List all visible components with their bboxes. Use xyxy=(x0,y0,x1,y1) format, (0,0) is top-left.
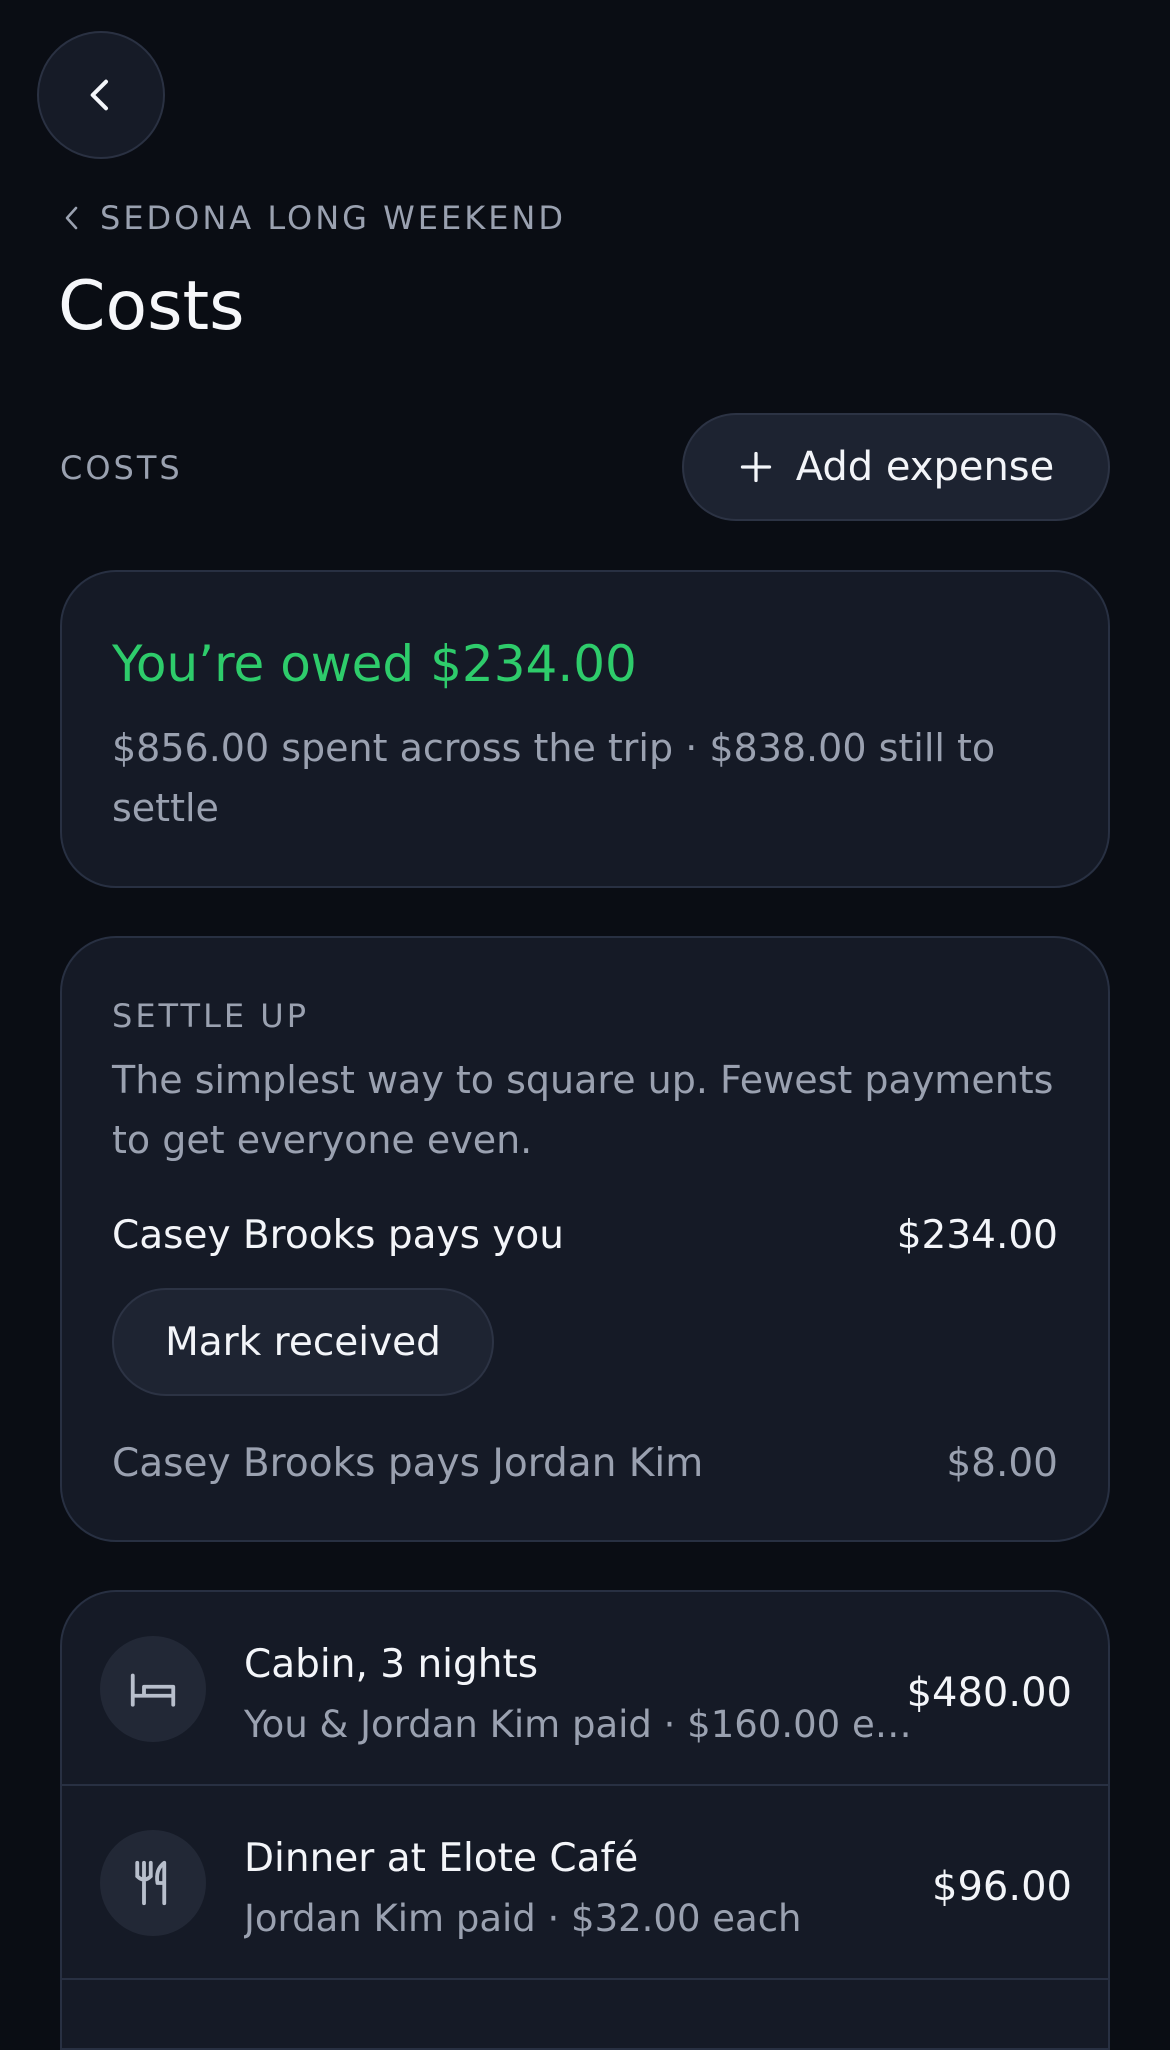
settle-up-label: SETTLE UP xyxy=(112,997,309,1035)
expense-item[interactable]: Cabin, 3 nights You & Jordan Kim paid · … xyxy=(62,1592,1108,1786)
add-expense-button[interactable]: Add expense xyxy=(682,413,1110,521)
chevron-left-icon xyxy=(90,79,108,111)
add-expense-label: Add expense xyxy=(795,444,1055,490)
breadcrumb[interactable]: SEDONA LONG WEEKEND xyxy=(60,196,566,240)
payment-text: Casey Brooks pays you xyxy=(112,1213,564,1258)
settle-up-description: The simplest way to square up. Fewest pa… xyxy=(112,1058,1054,1162)
owed-amount: You’re owed $234.00 xyxy=(112,635,637,693)
expense-title: Dinner at Elote Café xyxy=(244,1836,639,1881)
expense-subtitle: Jordan Kim paid · $32.00 each xyxy=(244,1897,802,1940)
expense-item[interactable]: Dinner at Elote Café Jordan Kim paid · $… xyxy=(62,1786,1108,1980)
chevron-left-icon xyxy=(65,206,78,230)
expense-title: Cabin, 3 nights xyxy=(244,1642,539,1687)
mark-received-button[interactable]: Mark received xyxy=(112,1288,494,1396)
spending-summary: $856.00 spent across the trip · $838.00 … xyxy=(112,726,996,830)
payment-row: Casey Brooks pays Jordan Kim $8.00 xyxy=(112,1436,1058,1492)
breadcrumb-label: SEDONA LONG WEEKEND xyxy=(100,199,566,237)
payment-row: Casey Brooks pays you $234.00 xyxy=(112,1208,1058,1264)
page-title: Costs xyxy=(58,267,245,346)
balance-summary-card: You’re owed $234.00 $856.00 spent across… xyxy=(60,570,1110,888)
plus-icon xyxy=(740,451,771,483)
payment-text: Casey Brooks pays Jordan Kim xyxy=(112,1441,704,1486)
payment-amount: $8.00 xyxy=(946,1441,1058,1486)
expense-amount: $96.00 xyxy=(932,1864,1072,1910)
expense-subtitle: You & Jordan Kim paid · $160.00 each xyxy=(244,1703,920,1746)
section-label: COSTS xyxy=(60,449,183,487)
fork-knife-icon xyxy=(100,1830,206,1936)
expense-list: Cabin, 3 nights You & Jordan Kim paid · … xyxy=(60,1590,1110,2050)
payment-amount: $234.00 xyxy=(896,1213,1058,1258)
back-button[interactable] xyxy=(37,31,165,159)
settle-up-card: SETTLE UP The simplest way to square up.… xyxy=(60,936,1110,1542)
expense-amount: $480.00 xyxy=(906,1670,1072,1716)
bed-icon xyxy=(100,1636,206,1742)
